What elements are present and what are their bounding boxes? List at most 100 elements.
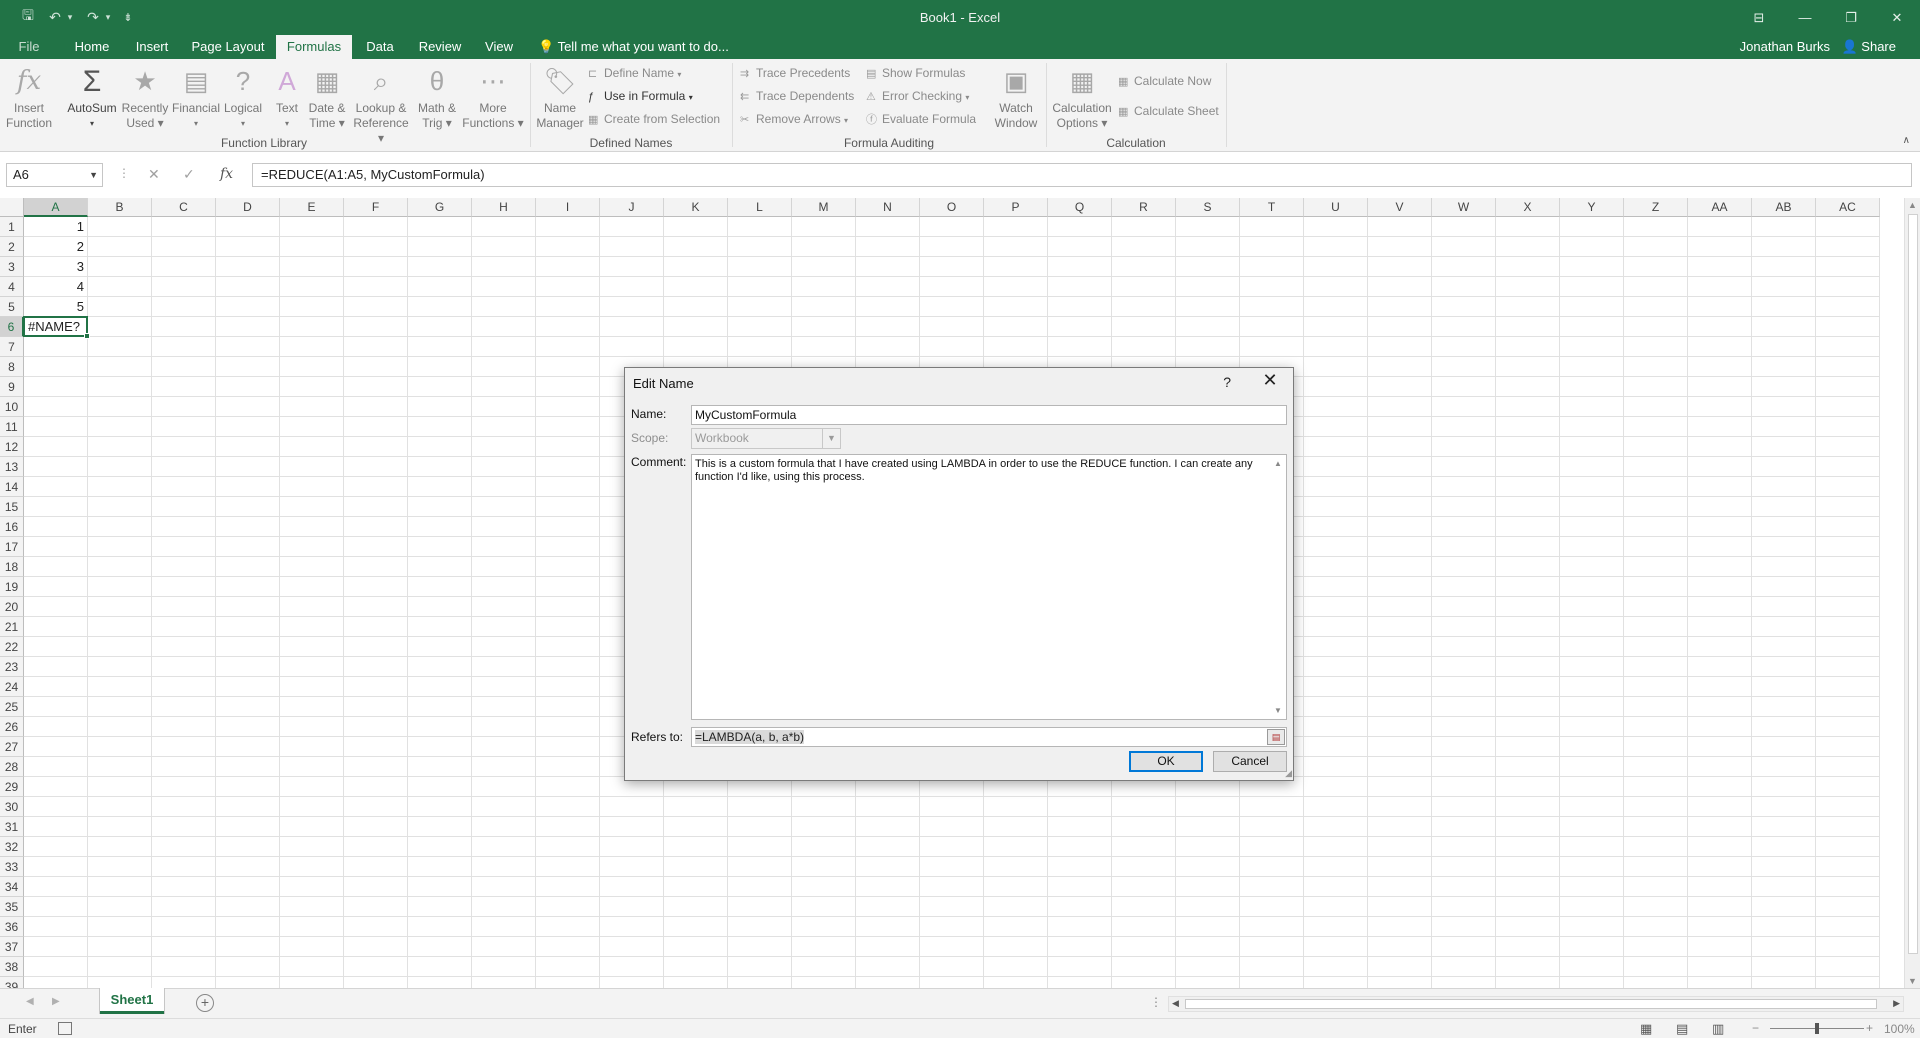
row-header[interactable]: 14 [0,477,24,497]
row-header[interactable]: 28 [0,757,24,777]
row-header[interactable]: 12 [0,437,24,457]
collapse-ribbon-icon[interactable]: ∧ [1903,135,1910,146]
name-box[interactable]: A6 ▼ [6,163,103,187]
row-header[interactable]: 7 [0,337,24,357]
resize-grip-icon[interactable]: ◢ [1285,768,1292,779]
row-header[interactable]: 20 [0,597,24,617]
error-checking-button[interactable]: ⚠ Error Checking ▾ [866,86,969,106]
math-trig-button[interactable]: θ Math & Trig ▾ [412,63,462,131]
row-header[interactable]: 29 [0,777,24,797]
remove-arrows-button[interactable]: ✂ Remove Arrows ▾ [740,109,848,129]
close-window-icon[interactable]: ✕ [1874,0,1920,35]
close-dialog-icon[interactable]: ✕ [1257,370,1283,391]
trace-precedents-button[interactable]: ⇉ Trace Precedents [740,63,850,83]
name-box-dropdown-icon[interactable]: ▼ [89,164,98,186]
row-header[interactable]: 8 [0,357,24,377]
scroll-up-icon[interactable]: ▲ [1908,200,1917,210]
row-header[interactable]: 33 [0,857,24,877]
evaluate-formula-button[interactable]: ⓕ Evaluate Formula [866,109,976,129]
column-header[interactable]: N [856,198,920,217]
fill-handle[interactable] [84,333,90,339]
formula-input[interactable]: =REDUCE(A1:A5, MyCustomFormula) [252,163,1912,187]
row-header[interactable]: 23 [0,657,24,677]
comment-scrollbar[interactable]: ▲ ▼ [1270,455,1286,719]
column-header[interactable]: AC [1816,198,1880,217]
name-field[interactable]: MyCustomFormula [691,405,1287,425]
date-time-button[interactable]: ▦ Date & Time ▾ [306,63,348,131]
lookup-reference-button[interactable]: ⌕ Lookup & Reference ▾ [350,63,412,146]
tell-me-box[interactable]: 💡 Tell me what you want to do... [538,35,729,59]
row-header[interactable]: 26 [0,717,24,737]
row-header[interactable]: 11 [0,417,24,437]
row-header[interactable]: 22 [0,637,24,657]
cell-a3[interactable]: 3 [24,257,88,277]
restore-icon[interactable]: ❐ [1828,0,1874,35]
row-header[interactable]: 36 [0,917,24,937]
use-in-formula-button[interactable]: ƒ Use in Formula ▾ [588,86,693,106]
insert-function-icon[interactable]: fx [220,166,233,182]
watch-window-button[interactable]: ▣ Watch Window [990,63,1042,131]
column-header[interactable]: R [1112,198,1176,217]
share-button[interactable]: 👤 Share [1841,35,1896,59]
trace-dependents-button[interactable]: ⇇ Trace Dependents [740,86,854,106]
create-from-selection-button[interactable]: ▦ Create from Selection [588,109,720,129]
column-header[interactable]: K [664,198,728,217]
column-header[interactable]: H [472,198,536,217]
column-header[interactable]: A [24,198,88,217]
row-header[interactable]: 4 [0,277,24,297]
column-header[interactable]: U [1304,198,1368,217]
column-header[interactable]: T [1240,198,1304,217]
scroll-left-icon[interactable]: ◀ [1172,998,1179,1009]
column-header[interactable]: W [1432,198,1496,217]
range-picker-icon[interactable]: ▤ [1267,729,1285,745]
column-header[interactable]: L [728,198,792,217]
row-header[interactable]: 30 [0,797,24,817]
cell-a2[interactable]: 2 [24,237,88,257]
comment-scroll-up-icon[interactable]: ▲ [1274,457,1282,470]
row-header[interactable]: 9 [0,377,24,397]
row-header[interactable]: 18 [0,557,24,577]
cancel-button[interactable]: Cancel [1213,751,1287,772]
tab-data[interactable]: Data [356,35,404,59]
row-header[interactable]: 15 [0,497,24,517]
row-header[interactable]: 10 [0,397,24,417]
comment-textarea[interactable]: This is a custom formula that I have cre… [691,454,1287,720]
show-formulas-button[interactable]: ▤ Show Formulas [866,63,965,83]
help-icon[interactable]: ? [1223,374,1231,390]
column-header[interactable]: AB [1752,198,1816,217]
zoom-out-icon[interactable]: − [1752,1021,1759,1035]
column-header[interactable]: Z [1624,198,1688,217]
cell-a1[interactable]: 1 [24,217,88,237]
active-cell-outline[interactable] [23,316,90,339]
user-name[interactable]: Jonathan Burks [1740,35,1830,59]
ok-button[interactable]: OK [1129,751,1203,772]
calculate-now-button[interactable]: ▦ Calculate Now [1118,71,1211,91]
add-sheet-icon[interactable]: + [196,994,214,1012]
column-header[interactable]: AA [1688,198,1752,217]
tab-insert[interactable]: Insert [126,35,178,59]
tab-page-layout[interactable]: Page Layout [188,35,268,59]
column-header[interactable]: B [88,198,152,217]
row-header[interactable]: 34 [0,877,24,897]
column-header[interactable]: Q [1048,198,1112,217]
more-functions-button[interactable]: ⋯ More Functions ▾ [462,63,524,131]
tab-home[interactable]: Home [66,35,118,59]
column-header[interactable]: J [600,198,664,217]
column-header[interactable]: M [792,198,856,217]
row-header[interactable]: 24 [0,677,24,697]
tab-formulas[interactable]: Formulas [276,35,352,59]
refers-to-field[interactable]: =LAMBDA(a, b, a*b) ▤ [691,727,1287,747]
row-header[interactable]: 13 [0,457,24,477]
cell-a5[interactable]: 5 [24,297,88,317]
tab-split-grip-icon[interactable]: ⋮ [1150,995,1162,1009]
row-header[interactable]: 3 [0,257,24,277]
row-header[interactable]: 39 [0,977,24,988]
zoom-in-icon[interactable]: + [1866,1021,1873,1035]
insert-function-button[interactable]: fx Insert Function [2,63,56,131]
row-header[interactable]: 37 [0,937,24,957]
column-header[interactable]: O [920,198,984,217]
row-header[interactable]: 19 [0,577,24,597]
calculation-options-button[interactable]: ▦ Calculation Options ▾ [1050,63,1114,131]
tab-file[interactable]: File [0,35,58,59]
calculate-sheet-button[interactable]: ▦ Calculate Sheet [1118,101,1219,121]
